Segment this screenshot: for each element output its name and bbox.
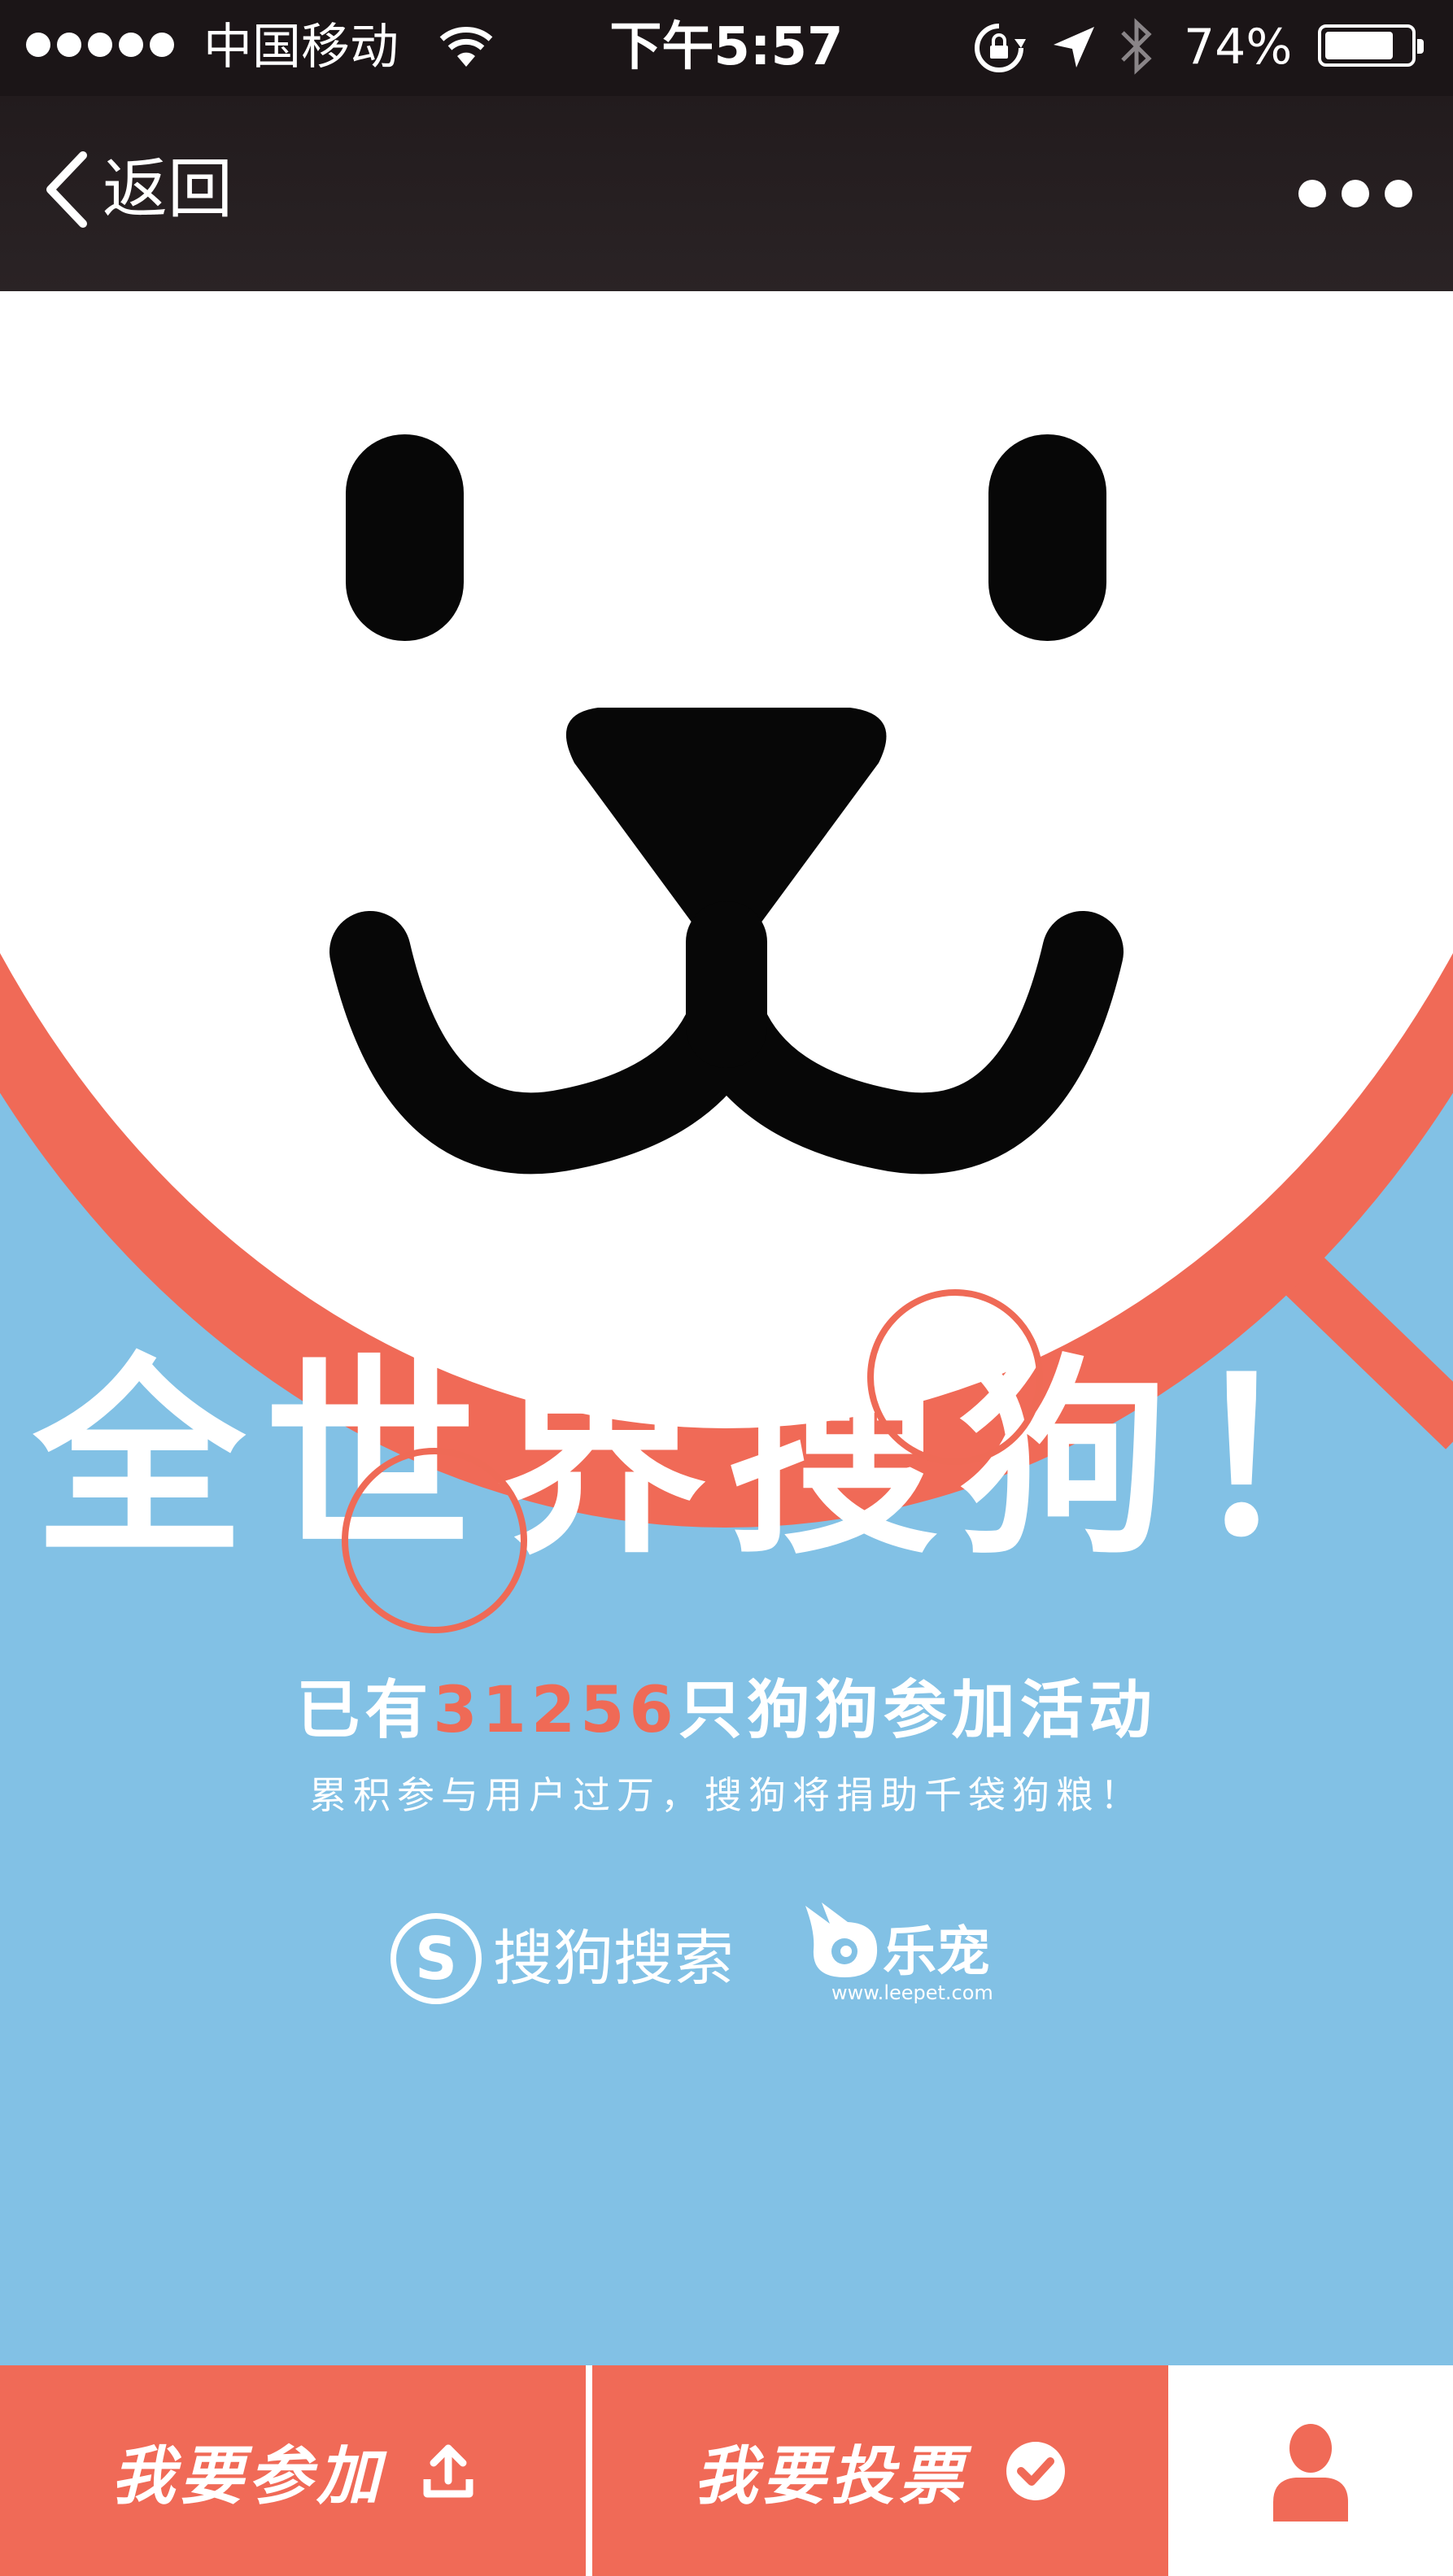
battery-percent: 74%: [1184, 19, 1293, 76]
signal-strength-icon: [26, 33, 174, 57]
leepet-mascot-icon: [805, 1903, 878, 1977]
location-icon: [1049, 23, 1098, 75]
join-label: 我要参加: [111, 2439, 385, 2513]
profile-button[interactable]: [1168, 2365, 1453, 2576]
carrier-name: 中国移动: [203, 19, 399, 76]
lock-rotation-icon: [972, 21, 1026, 78]
leepet-logo: 乐宠 www.leepet.com: [797, 1899, 1017, 2005]
decor-ring: [867, 1289, 1043, 1465]
battery-icon: [1318, 24, 1424, 67]
left-eye: [346, 434, 464, 641]
right-eye: [988, 434, 1106, 641]
sogou-s-icon: S: [391, 1913, 482, 2004]
stats-prefix: 已有: [296, 1674, 434, 1747]
participant-stats: 已有31256只狗狗参加活动: [0, 1670, 1453, 1751]
headline: 全世界搜狗！: [33, 1337, 1420, 1583]
join-button[interactable]: 我要参加: [0, 2365, 586, 2576]
participant-count: 31256: [433, 1674, 679, 1747]
clock-time: 下午5:57: [609, 17, 844, 77]
leepet-logo-text: 乐宠: [883, 1920, 990, 1983]
bluetooth-icon: [1116, 16, 1157, 80]
wifi-icon: [438, 21, 495, 73]
bottom-action-bar: 我要参加 我要投票: [0, 2365, 1453, 2576]
sogou-logo: S 搜狗搜索: [391, 1913, 734, 2004]
check-circle-icon: [1006, 2441, 1065, 2500]
nav-bar: 返回: [0, 96, 1453, 291]
decor-ring: [342, 1448, 527, 1633]
stats-suffix: 只狗狗参加活动: [678, 1674, 1157, 1747]
vote-button[interactable]: 我要投票: [592, 2365, 1168, 2576]
user-icon: [1273, 2423, 1348, 2522]
sogou-logo-text: 搜狗搜索: [493, 1924, 734, 1994]
back-label: 返回: [103, 151, 233, 227]
status-bar: 中国移动 下午5:57 74%: [0, 0, 1453, 96]
donation-note: 累积参与用户过万，搜狗将捐助千袋狗粮！: [309, 1773, 1144, 1817]
upload-icon: [423, 2444, 473, 2497]
vote-label: 我要投票: [693, 2439, 967, 2513]
more-dots-icon[interactable]: [1298, 173, 1412, 214]
hero-banner: [0, 291, 1453, 2365]
back-button[interactable]: 返回: [41, 145, 233, 234]
leepet-url: www.leepet.com: [831, 1981, 993, 2004]
back-chevron-icon: [46, 151, 87, 228]
